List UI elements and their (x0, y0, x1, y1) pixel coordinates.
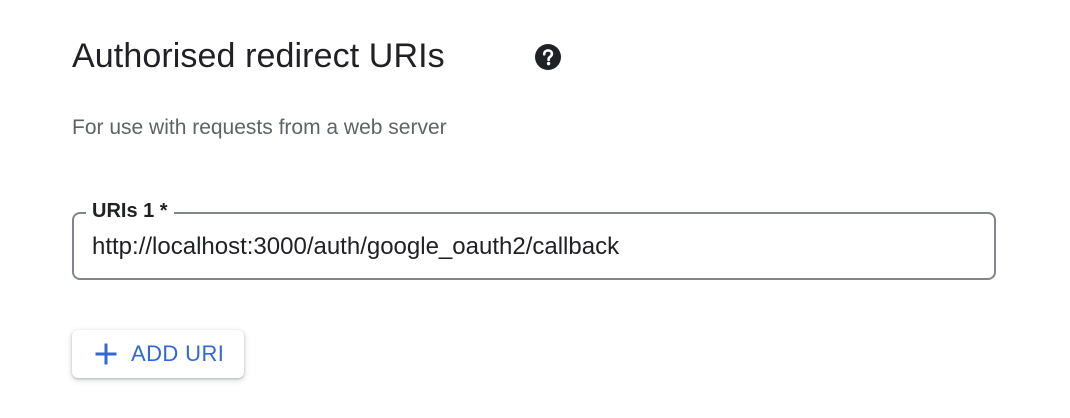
section-title: Authorised redirect URIs (72, 37, 445, 75)
uri-field-label: URIs 1 * (86, 198, 174, 224)
add-uri-button[interactable]: ADD URI (72, 330, 244, 378)
plus-icon (95, 343, 117, 365)
help-circle-icon[interactable] (534, 43, 562, 71)
uri-field-1[interactable]: URIs 1 * (72, 198, 996, 280)
uri-input[interactable] (92, 232, 972, 262)
section-subtitle: For use with requests from a web server (72, 116, 447, 139)
add-uri-label: ADD URI (131, 341, 225, 366)
